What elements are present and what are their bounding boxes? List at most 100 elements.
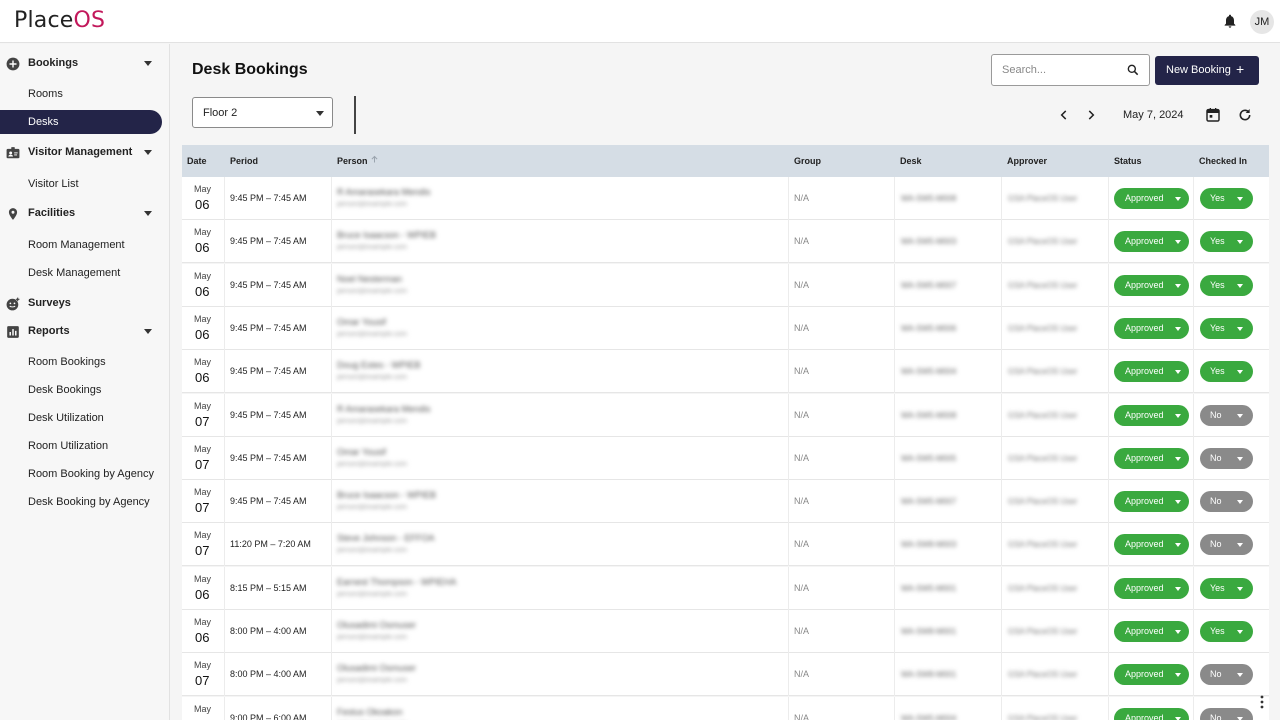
sidebar-section-facilities[interactable]: Facilities xyxy=(0,202,170,226)
checked-in-dropdown[interactable]: Yes xyxy=(1200,621,1253,642)
sidebar-item-visitor-list[interactable]: Visitor List xyxy=(0,172,162,196)
calendar-icon[interactable] xyxy=(1205,107,1221,123)
status-dropdown[interactable]: Approved xyxy=(1114,577,1189,599)
status-dropdown[interactable]: Approved xyxy=(1114,274,1189,296)
group: N/A xyxy=(794,669,810,680)
table-row[interactable]: May 07 9:45 PM – 7:45 AM Omar Yousif person@… xyxy=(182,436,1269,480)
new-booking-button[interactable]: New Booking + xyxy=(1155,56,1259,85)
table-row[interactable]: May 06 8:15 PM – 5:15 AM Earnest Thompson -… xyxy=(182,566,1269,610)
checked-in-label: Yes xyxy=(1210,582,1225,593)
table-row[interactable]: May 06 9:45 PM – 7:45 AM Doug Estes - WPIEB… xyxy=(182,350,1269,394)
next-date-icon[interactable] xyxy=(1084,108,1098,122)
column-header-period[interactable]: Period xyxy=(230,156,258,166)
column-divider xyxy=(331,177,332,220)
column-header-status[interactable]: Status xyxy=(1114,156,1142,166)
column-divider xyxy=(331,220,332,264)
column-header-group[interactable]: Group xyxy=(794,156,821,166)
sidebar-section-reports[interactable]: Reports xyxy=(0,320,170,344)
sidebar-section-surveys[interactable]: Surveys xyxy=(0,292,170,316)
sidebar-section-label: Reports xyxy=(28,325,70,337)
table-row[interactable]: May9:00 PM – 6:00 AMFestus Okoakonperson… xyxy=(182,696,1269,720)
floor-select[interactable]: Floor 2 xyxy=(192,97,333,128)
table-row[interactable]: May 06 9:45 PM – 7:45 AM Noel Nesterman pers… xyxy=(182,263,1269,307)
previous-date-icon[interactable] xyxy=(1057,108,1071,122)
checked-in-dropdown[interactable]: No xyxy=(1200,664,1253,686)
status-label: Approved xyxy=(1125,582,1164,593)
column-divider xyxy=(1193,610,1194,653)
column-header-approver[interactable]: Approver xyxy=(1007,156,1047,166)
column-divider xyxy=(1001,696,1002,720)
sidebar-item-room-utilization[interactable]: Room Utilization xyxy=(0,434,162,458)
table-row[interactable]: May 06 9:45 PM – 7:45 AM Bruce Isaacson - W… xyxy=(182,220,1269,264)
checked-in-label: Yes xyxy=(1210,236,1225,247)
column-divider xyxy=(331,480,332,524)
status-dropdown[interactable]: Approved xyxy=(1114,361,1189,383)
sidebar-item-desk-utilization[interactable]: Desk Utilization xyxy=(0,406,162,430)
column-divider xyxy=(331,306,332,350)
person-email: person@example.com xyxy=(337,677,408,685)
desk-id: WA-SW8-M001 xyxy=(901,670,957,680)
approver: GSA PlaceOS User xyxy=(1008,583,1078,593)
status-dropdown[interactable]: Approved xyxy=(1114,621,1189,642)
checked-in-dropdown[interactable]: Yes xyxy=(1200,274,1253,296)
column-header-desk[interactable]: Desk xyxy=(900,156,922,166)
column-header-checked-in[interactable]: Checked In xyxy=(1199,156,1247,166)
placeos-logo[interactable]: PlaceOS xyxy=(14,8,105,33)
table-row[interactable]: May 07 9:45 PM – 7:45 AM R Amarasekara Mend… xyxy=(182,393,1269,437)
checked-in-dropdown[interactable]: Yes xyxy=(1200,231,1253,253)
column-divider xyxy=(788,566,789,610)
date-day: 07 xyxy=(195,543,210,559)
sidebar-section-visitor-management[interactable]: Visitor Management xyxy=(0,141,170,165)
status-dropdown[interactable]: Approved xyxy=(1114,664,1189,686)
period: 9:45 PM – 7:45 AM xyxy=(230,236,307,247)
user-avatar[interactable]: JM xyxy=(1250,10,1274,34)
group: N/A xyxy=(794,539,810,550)
checked-in-dropdown[interactable]: No xyxy=(1200,707,1253,720)
table-row[interactable]: May 07 11:20 PM – 7:20 AM Steve Johnson - E… xyxy=(182,523,1269,567)
checked-in-dropdown[interactable]: Yes xyxy=(1200,361,1253,383)
status-dropdown[interactable]: Approved xyxy=(1114,491,1189,513)
checked-in-dropdown[interactable]: Yes xyxy=(1200,577,1253,599)
sidebar-item-rooms[interactable]: Rooms xyxy=(0,82,162,106)
column-divider xyxy=(1108,523,1109,567)
status-dropdown[interactable]: Approved xyxy=(1114,317,1189,339)
sidebar-item-room-bookings[interactable]: Room Bookings xyxy=(0,350,162,374)
table-row[interactable]: May 07 9:45 PM – 7:45 AM Bruce Isaacson - W… xyxy=(182,480,1269,524)
sidebar-item-desk-bookings[interactable]: Desk Bookings xyxy=(0,378,162,402)
more-vertical-icon[interactable] xyxy=(1258,694,1266,710)
sidebar-item-desks[interactable]: Desks xyxy=(0,110,162,134)
column-divider xyxy=(1108,177,1109,220)
table-row[interactable]: May 06 8:00 PM – 4:00 AM Olusadimi Osmuser p… xyxy=(182,610,1269,653)
status-dropdown[interactable]: Approved xyxy=(1114,231,1189,253)
table-row[interactable]: May 06 9:45 PM – 7:45 AM Omar Yousif person@… xyxy=(182,306,1269,350)
column-divider xyxy=(1193,306,1194,350)
checked-in-dropdown[interactable]: No xyxy=(1200,534,1253,556)
column-divider xyxy=(894,653,895,697)
checked-in-dropdown[interactable]: No xyxy=(1200,447,1253,469)
search-icon[interactable] xyxy=(1126,63,1140,77)
checked-in-dropdown[interactable]: No xyxy=(1200,404,1253,426)
sidebar-item-room-booking-by-agency[interactable]: Room Booking by Agency xyxy=(0,462,162,486)
status-dropdown[interactable]: Approved xyxy=(1114,534,1189,556)
column-header-date[interactable]: Date xyxy=(187,156,207,166)
status-dropdown[interactable]: Approved xyxy=(1114,447,1189,469)
column-divider xyxy=(788,177,789,220)
chevron-down-icon xyxy=(144,150,152,155)
notifications-bell-icon[interactable] xyxy=(1222,13,1238,29)
checked-in-dropdown[interactable]: No xyxy=(1200,491,1253,513)
sidebar-item-desk-booking-by-agency[interactable]: Desk Booking by Agency xyxy=(0,490,162,514)
sort-ascending-icon[interactable] xyxy=(370,155,379,164)
sidebar-item-room-management[interactable]: Room Management xyxy=(0,233,162,257)
checked-in-dropdown[interactable]: Yes xyxy=(1200,317,1253,339)
sidebar-section-label: Bookings xyxy=(28,57,79,69)
status-dropdown[interactable]: Approved xyxy=(1114,404,1189,426)
checked-in-dropdown[interactable]: Yes xyxy=(1200,188,1253,209)
sidebar-item-desk-management[interactable]: Desk Management xyxy=(0,261,162,285)
column-header-person[interactable]: Person xyxy=(337,156,368,166)
sidebar-section-bookings[interactable]: Bookings xyxy=(0,52,170,76)
status-dropdown[interactable]: Approved xyxy=(1114,188,1189,209)
table-row[interactable]: May 06 9:45 PM – 7:45 AM R Amarasekara Mend… xyxy=(182,177,1269,220)
status-dropdown[interactable]: Approved xyxy=(1114,707,1189,720)
table-row[interactable]: May 07 8:00 PM – 4:00 AM Olusadimi Osmuser p… xyxy=(182,653,1269,697)
refresh-icon[interactable] xyxy=(1237,107,1253,123)
